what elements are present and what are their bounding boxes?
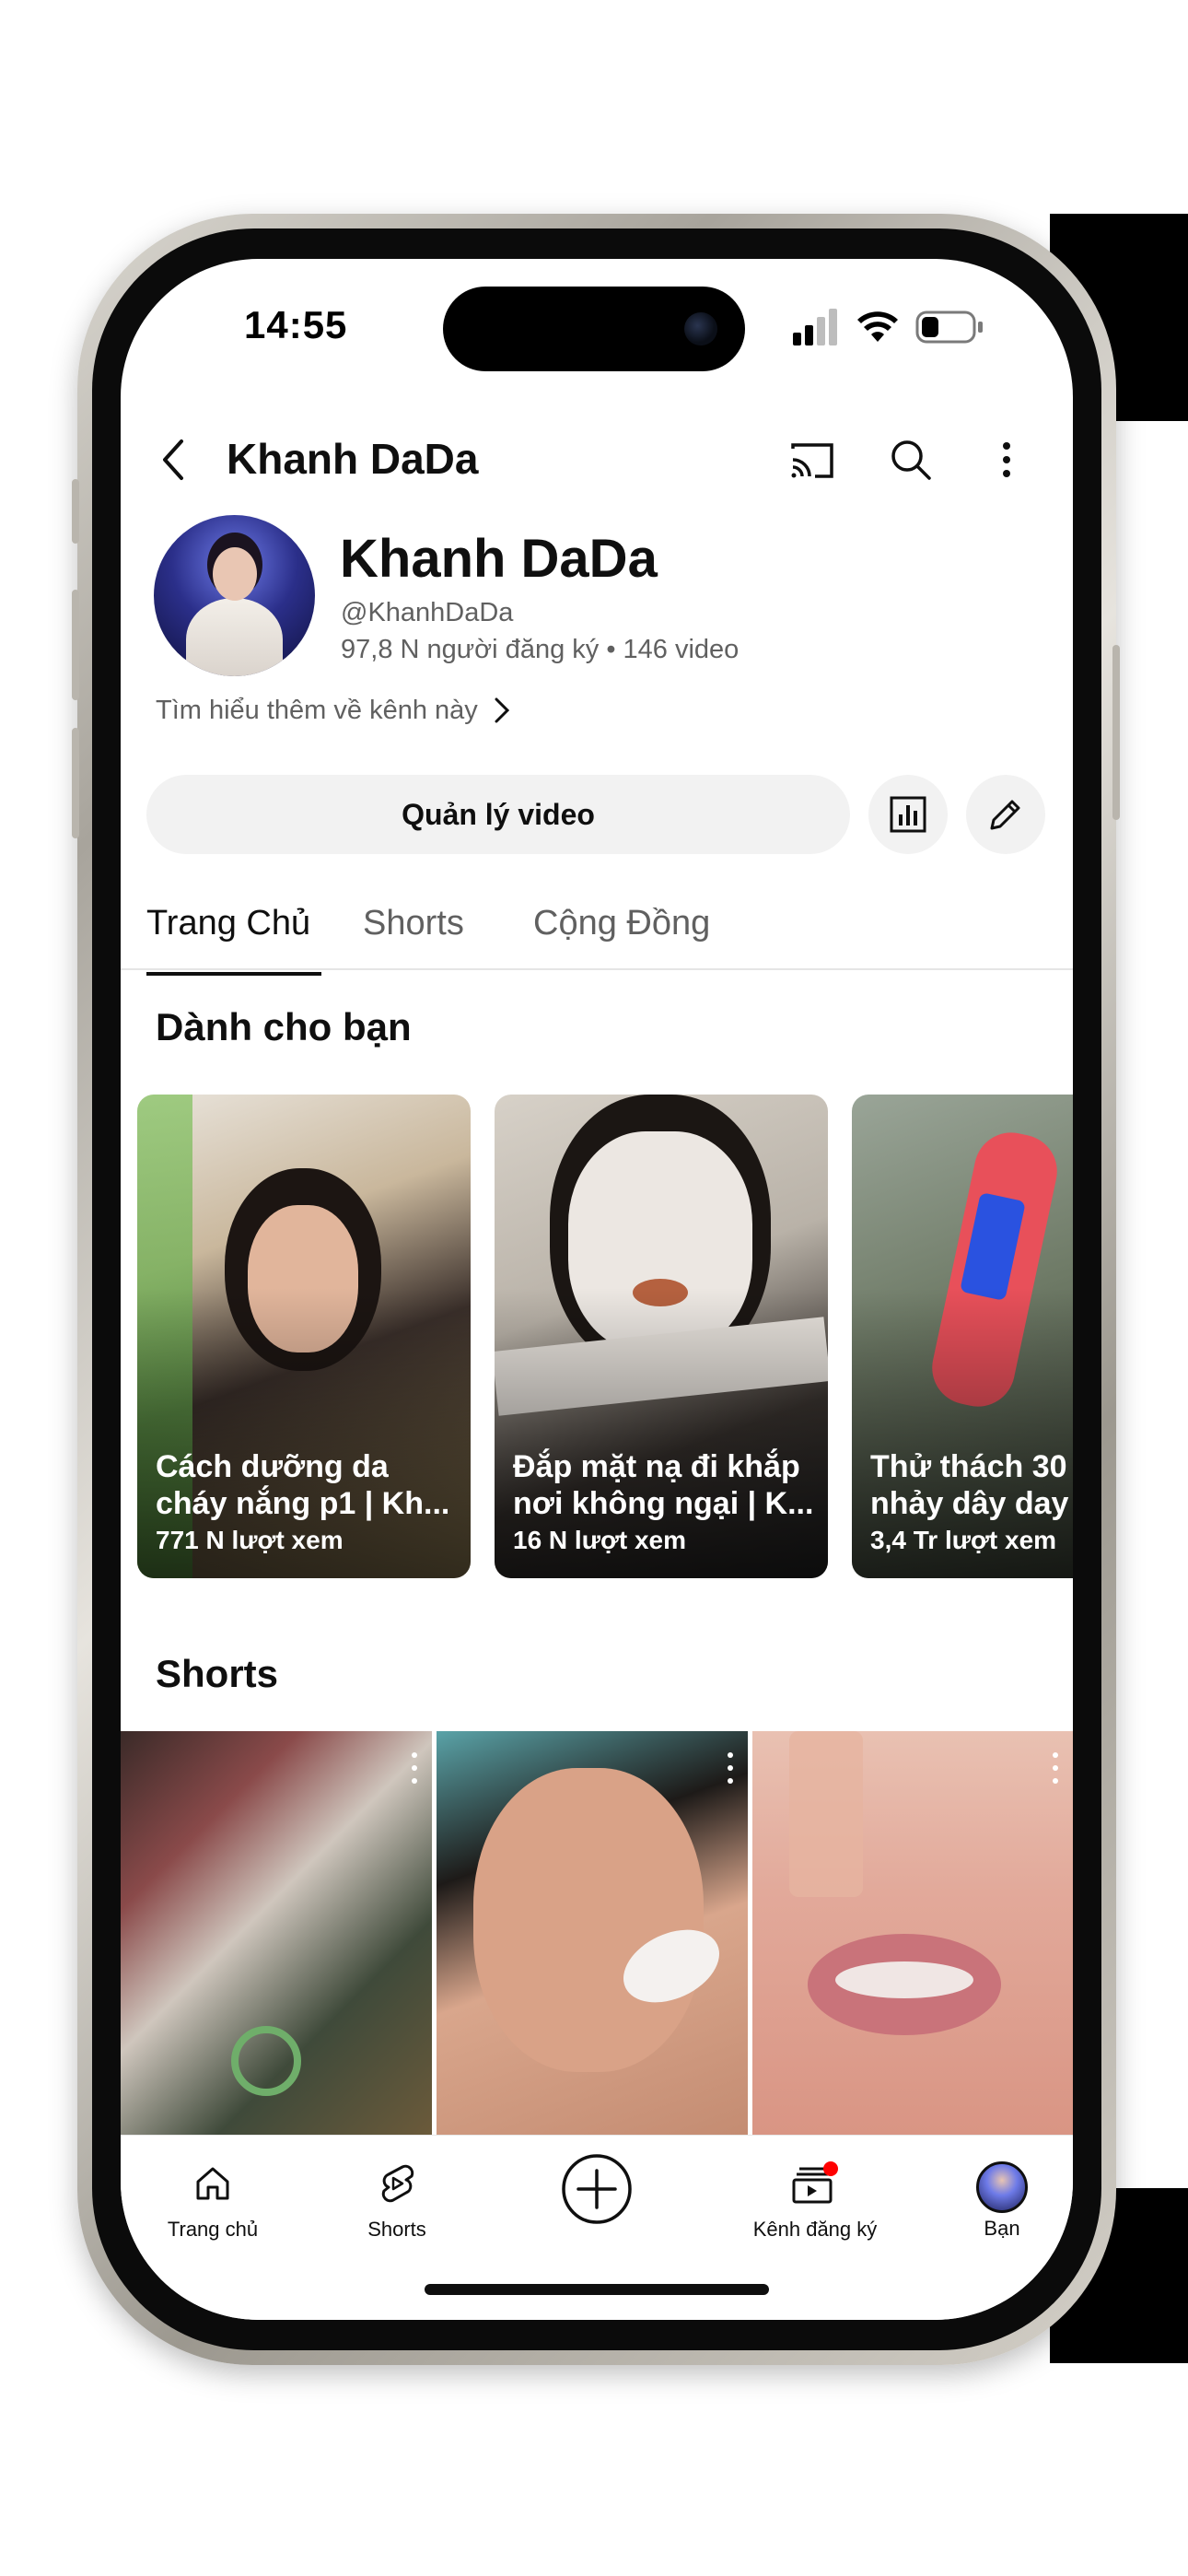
volume-up-button (72, 590, 79, 700)
notification-dot (823, 2161, 838, 2176)
search-icon[interactable] (883, 432, 938, 487)
manage-videos-button[interactable]: Quản lý video (146, 775, 850, 854)
video-title: Cách dưỡng da cháy nắng p1 | Kh... (156, 1449, 450, 1521)
short-thumbnail[interactable] (752, 1731, 1073, 2135)
short-thumbnail[interactable] (437, 1731, 748, 2135)
tab-shorts[interactable]: Shorts (363, 904, 464, 943)
more-options-icon[interactable] (1051, 1750, 1060, 1786)
battery-icon (915, 310, 983, 344)
video-card[interactable]: Đắp mặt nạ đi khắp nơi không ngại | K...… (495, 1095, 828, 1578)
for-you-heading: Dành cho bạn (156, 1005, 412, 1048)
power-button (1112, 645, 1120, 820)
back-arrow-icon[interactable] (148, 432, 204, 487)
nav-subscriptions[interactable]: Kênh đăng ký (723, 2161, 907, 2242)
home-indicator (425, 2284, 769, 2295)
chevron-right-icon (495, 697, 509, 723)
status-icons (793, 309, 983, 345)
tab-home[interactable]: Trang Chủ (146, 904, 310, 943)
analytics-icon (890, 796, 926, 833)
nav-you[interactable]: Bạn (910, 2161, 1073, 2241)
action-button (72, 479, 79, 544)
page-title: Khanh DaDa (227, 435, 479, 483)
active-tab-indicator (146, 972, 321, 976)
status-time: 14:55 (244, 303, 348, 346)
learn-more-label: Tìm hiểu thêm về kênh này (156, 695, 478, 725)
video-views: 16 N lượt xem (513, 1526, 687, 1554)
learn-more-link[interactable]: Tìm hiểu thêm về kênh này (156, 694, 513, 727)
channel-avatar[interactable] (154, 515, 315, 676)
nav-label: Kênh đăng ký (752, 2218, 878, 2241)
short-thumbnail[interactable] (121, 1731, 432, 2135)
wifi-icon (857, 311, 898, 342)
camera-icon (684, 312, 717, 345)
phone-screen: 14:55 Khanh DaDa Khanh DaDa @KhanhDaDa 9… (121, 259, 1073, 2320)
pencil-icon (990, 800, 1020, 830)
top-app-bar: Khanh DaDa (121, 416, 1073, 504)
video-card[interactable]: Thử thách 30 nhảy dây day 3,4 Tr lượt xe… (852, 1095, 1073, 1578)
nav-create[interactable] (505, 2152, 689, 2231)
video-card[interactable]: Cách dưỡng da cháy nắng p1 | Kh... 771 N… (137, 1095, 471, 1578)
channel-name: Khanh DaDa (340, 529, 658, 589)
nav-label: Trang chủ (167, 2218, 259, 2241)
analytics-button[interactable] (868, 775, 948, 854)
more-options-icon[interactable] (979, 432, 1034, 487)
video-title: Đắp mặt nạ đi khắp nơi không ngại | K... (513, 1449, 814, 1521)
signal-icon (793, 309, 837, 345)
channel-handle: @KhanhDaDa (341, 598, 514, 627)
nav-home[interactable]: Trang chủ (121, 2161, 305, 2242)
video-title: Thử thách 30 nhảy dây day (870, 1449, 1069, 1521)
channel-stats: 97,8 N người đăng ký • 146 video (341, 635, 740, 664)
subscriptions-icon (792, 2161, 838, 2204)
shorts-heading: Shorts (156, 1652, 279, 1695)
volume-down-button (72, 728, 79, 838)
nav-label: Bạn (984, 2217, 1020, 2240)
profile-avatar (976, 2161, 1028, 2213)
home-icon (196, 2167, 229, 2200)
create-icon (562, 2154, 632, 2224)
nav-shorts[interactable]: Shorts (305, 2161, 489, 2242)
video-views: 3,4 Tr lượt xem (870, 1526, 1057, 1554)
more-options-icon[interactable] (410, 1750, 419, 1786)
shorts-icon (381, 2164, 414, 2203)
dynamic-island (443, 287, 745, 371)
cast-icon[interactable] (784, 432, 839, 487)
video-views: 771 N lượt xem (156, 1526, 344, 1554)
edit-channel-button[interactable] (966, 775, 1045, 854)
channel-tabs: Trang Chủ Shorts Cộng Đồng (121, 895, 1073, 970)
tab-community[interactable]: Cộng Đồng (533, 904, 710, 943)
nav-label: Shorts (367, 2218, 426, 2241)
more-options-icon[interactable] (726, 1750, 735, 1786)
